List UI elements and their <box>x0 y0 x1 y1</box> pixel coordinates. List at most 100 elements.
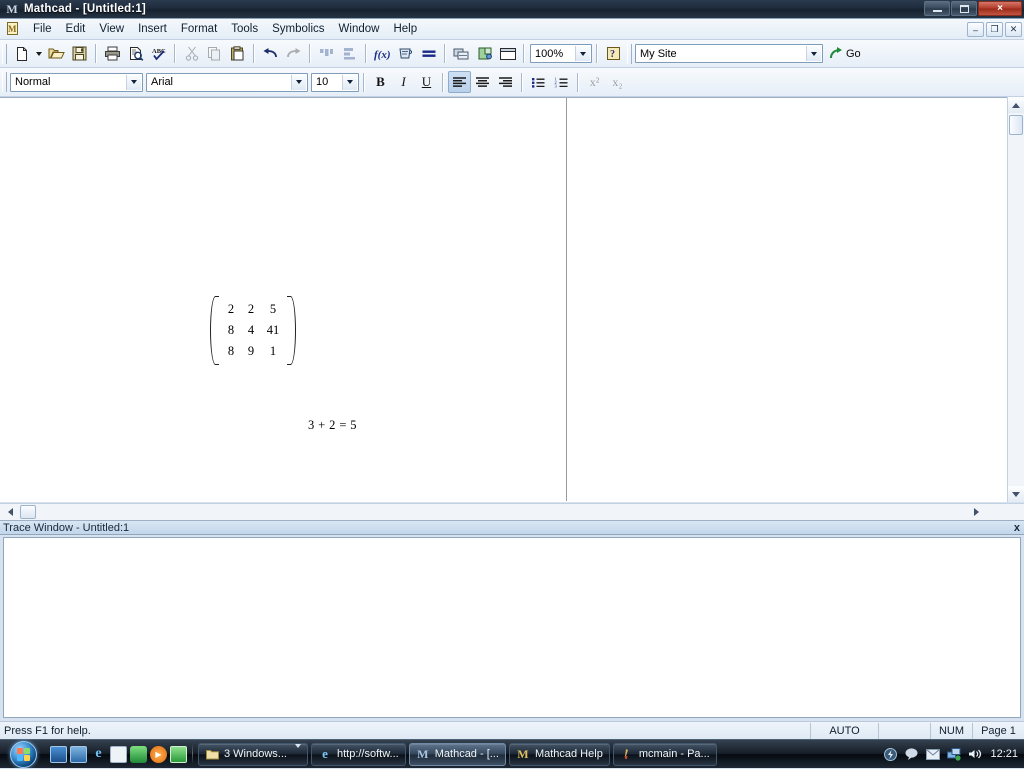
mdi-restore-button[interactable]: ❐ <box>986 22 1003 37</box>
align-across-button[interactable] <box>315 43 338 65</box>
subscript-button[interactable]: x₂ <box>606 71 629 93</box>
context-help-button[interactable]: ? <box>602 43 625 65</box>
paragraph-style-combo[interactable]: Normal <box>10 72 143 92</box>
print-button[interactable] <box>101 43 124 65</box>
windows-start-orb-icon <box>9 740 37 768</box>
menubar: M File Edit View Insert Format Tools Sym… <box>0 19 1024 40</box>
bullet-list-button[interactable] <box>527 71 550 93</box>
menu-file[interactable]: File <box>26 21 59 37</box>
mathcad-m-icon: M <box>6 1 18 16</box>
menu-tools[interactable]: Tools <box>224 21 265 37</box>
paste-button[interactable] <box>226 43 249 65</box>
check-spelling-button[interactable]: ABC <box>147 43 170 65</box>
scroll-left-button[interactable] <box>2 504 18 520</box>
trace-window-content[interactable] <box>3 537 1021 718</box>
start-button[interactable] <box>2 740 44 769</box>
site-combo[interactable]: My Site <box>635 44 823 63</box>
cut-button[interactable] <box>180 43 203 65</box>
new-document-dropdown[interactable] <box>33 43 45 65</box>
paragraph-style-dropdown-arrow[interactable] <box>126 74 141 90</box>
font-family-dropdown-arrow[interactable] <box>291 74 306 90</box>
show-desktop-icon[interactable] <box>50 745 67 763</box>
menu-help[interactable]: Help <box>386 21 424 37</box>
font-family-combo[interactable]: Arial <box>146 72 308 92</box>
toolbar-grip-2[interactable] <box>627 43 632 64</box>
restore-button[interactable] <box>951 1 977 16</box>
tray-messenger-icon[interactable] <box>904 747 919 762</box>
insert-function-button[interactable]: f(x) <box>371 43 394 65</box>
italic-button[interactable]: I <box>392 71 415 93</box>
site-dropdown-arrow[interactable] <box>806 46 821 61</box>
scroll-up-button[interactable] <box>1008 97 1024 113</box>
menu-symbolics[interactable]: Symbolics <box>265 21 331 37</box>
task-mathcad[interactable]: M Mathcad - [... <box>408 742 506 766</box>
superscript-button[interactable]: x² <box>583 71 606 93</box>
underline-button[interactable]: U <box>415 71 438 93</box>
insert-component-button[interactable] <box>473 43 496 65</box>
bold-button[interactable]: B <box>369 71 392 93</box>
new-document-button[interactable] <box>10 43 33 65</box>
media-sync-icon[interactable] <box>130 745 147 763</box>
font-size-dropdown-arrow[interactable] <box>342 74 357 90</box>
equation-region[interactable]: 3 + 2 = 5 <box>308 418 357 433</box>
chevron-down-icon[interactable] <box>294 744 301 760</box>
copy-button[interactable] <box>203 43 226 65</box>
save-button[interactable] <box>68 43 91 65</box>
status-auto[interactable]: AUTO <box>810 722 878 739</box>
numbered-list-button[interactable]: 123 <box>550 71 573 93</box>
mdi-close-button[interactable]: ✕ <box>1005 22 1022 37</box>
align-down-button[interactable] <box>338 43 361 65</box>
matrix-region[interactable]: 2 2 5 8 4 41 8 9 1 <box>210 296 296 365</box>
outlook-express-icon[interactable] <box>110 745 127 763</box>
trace-window-close-button[interactable]: x <box>1014 521 1020 535</box>
align-left-button[interactable] <box>448 71 471 93</box>
task-windows-explorer[interactable]: 3 Windows... <box>198 742 308 766</box>
go-button[interactable]: Go <box>829 46 861 61</box>
internet-explorer-icon[interactable]: e <box>90 746 107 763</box>
tray-action-center-icon[interactable] <box>883 747 898 762</box>
zoom-combo[interactable]: 100% <box>530 44 592 63</box>
zoom-dropdown-arrow[interactable] <box>575 46 590 61</box>
minimize-button[interactable] <box>924 1 950 16</box>
toolbar-grip[interactable] <box>2 43 7 64</box>
task-internet-explorer[interactable]: e http://softw... <box>310 742 406 766</box>
open-button[interactable] <box>45 43 68 65</box>
taskbar-clock[interactable]: 12:21 <box>988 748 1018 760</box>
document-menu-icon[interactable]: M <box>4 21 22 37</box>
insert-area-button[interactable] <box>496 43 519 65</box>
menu-window[interactable]: Window <box>332 21 387 37</box>
switch-windows-icon[interactable] <box>70 745 87 763</box>
windows-media-player-icon[interactable]: ▶ <box>150 745 167 763</box>
horizontal-scroll-thumb[interactable] <box>20 505 36 519</box>
matrix-cell-2-1: 9 <box>247 344 255 358</box>
align-right-button[interactable] <box>494 71 517 93</box>
calculate-button[interactable] <box>417 43 440 65</box>
scroll-right-button[interactable] <box>968 504 984 520</box>
menu-insert[interactable]: Insert <box>131 21 174 37</box>
redo-button[interactable] <box>282 43 305 65</box>
menu-view[interactable]: View <box>92 21 131 37</box>
tray-network-icon[interactable] <box>946 747 961 762</box>
worksheet-canvas[interactable]: 2 2 5 8 4 41 8 9 1 3 + 2 = 5 <box>0 97 1024 502</box>
green-app-icon[interactable] <box>170 745 187 763</box>
tray-volume-icon[interactable] <box>967 747 982 762</box>
task-mathcad-help[interactable]: M Mathcad Help <box>508 742 610 766</box>
align-center-button[interactable] <box>471 71 494 93</box>
close-button[interactable]: × <box>978 1 1022 16</box>
insert-unit-button[interactable] <box>394 43 417 65</box>
mdi-minimize-button[interactable]: – <box>967 22 984 37</box>
print-preview-button[interactable] <box>124 43 147 65</box>
task-mcmain-paint[interactable]: mcmain - Pa... <box>612 742 717 766</box>
vertical-scrollbar[interactable] <box>1007 97 1024 502</box>
insert-hyperlink-button[interactable] <box>450 43 473 65</box>
scroll-down-button[interactable] <box>1008 486 1024 502</box>
matrix-cell-0-2: 5 <box>269 302 277 316</box>
tray-mail-icon[interactable] <box>925 747 940 762</box>
horizontal-scrollbar[interactable] <box>0 503 1024 520</box>
undo-button[interactable] <box>259 43 282 65</box>
menu-edit[interactable]: Edit <box>59 21 93 37</box>
vertical-scroll-thumb[interactable] <box>1009 115 1023 135</box>
font-size-combo[interactable]: 10 <box>311 72 359 92</box>
formatting-toolbar-grip[interactable] <box>2 72 7 92</box>
menu-format[interactable]: Format <box>174 21 224 37</box>
